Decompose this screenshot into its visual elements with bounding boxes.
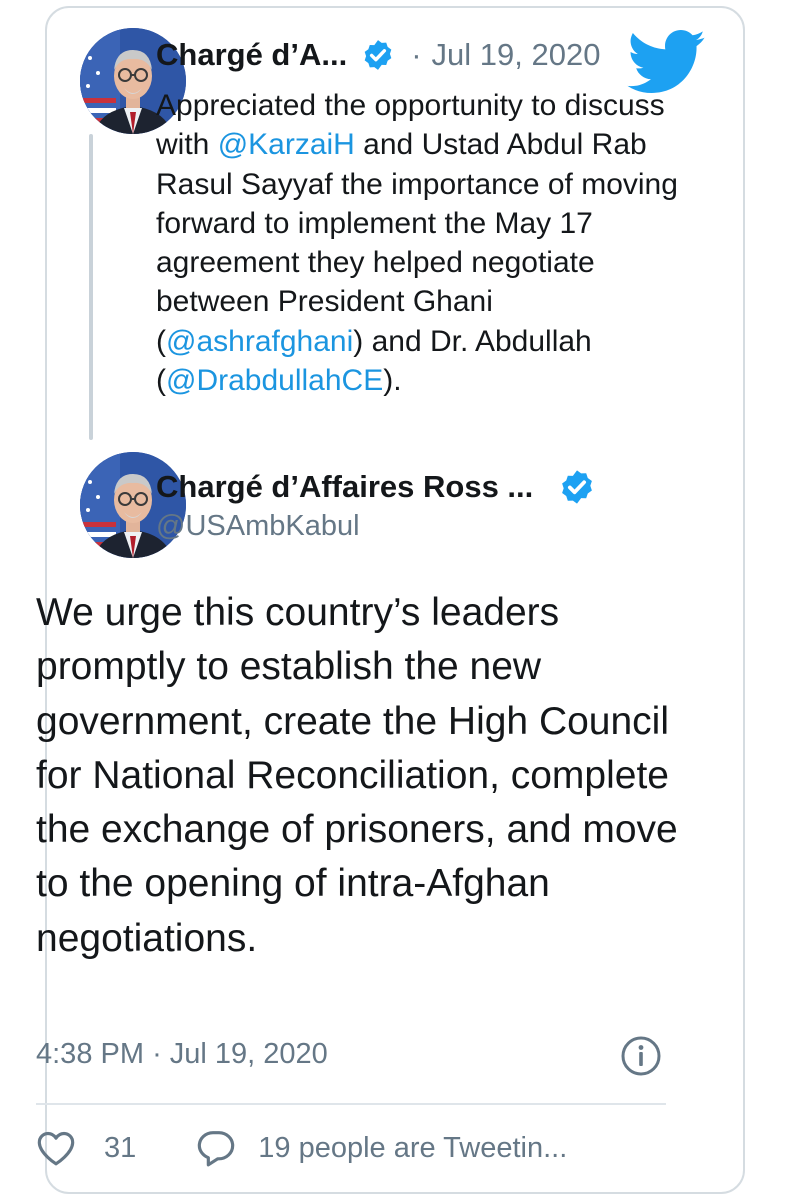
verified-badge-icon xyxy=(558,468,596,511)
conversation-label: 19 people are Tweetin... xyxy=(258,1131,568,1164)
thread-connector-line xyxy=(89,134,93,440)
mention-link[interactable]: @ashrafghani xyxy=(166,325,353,358)
divider xyxy=(36,1103,666,1105)
tweet-actions: 31 19 people are Tweetin... xyxy=(36,1125,567,1171)
tweet-timestamp[interactable]: 4:38 PM · Jul 19, 2020 xyxy=(36,1038,328,1071)
parent-tweet-header: Chargé d’A... · Jul 19, 2020 xyxy=(156,32,600,78)
tweet-text-segment: ). xyxy=(383,364,402,398)
tweet-text-segment: and Ustad Abdul Rab Rasul Sayyaf the imp… xyxy=(156,128,678,358)
mention-link[interactable]: @DrabdullahCE xyxy=(166,364,383,397)
separator-dot: · xyxy=(152,1038,162,1070)
main-tweet-header: Chargé d’Affaires Ross ... xyxy=(156,466,533,508)
parent-tweet-text: Appreciated the opportunity to discuss w… xyxy=(156,86,696,400)
speech-bubble-icon xyxy=(196,1129,236,1167)
like-button[interactable]: 31 xyxy=(36,1129,136,1167)
like-count: 31 xyxy=(104,1131,137,1164)
verified-badge-icon xyxy=(361,38,395,72)
tweet-date[interactable]: Jul 19, 2020 xyxy=(432,37,601,73)
main-tweet-text: We urge this country’s leaders promptly … xyxy=(36,591,678,960)
tweet-date: Jul 19, 2020 xyxy=(169,1038,328,1070)
mention-link[interactable]: @KarzaiH xyxy=(218,128,355,161)
author-name[interactable]: Chargé d’Affaires Ross ... xyxy=(156,469,533,505)
info-icon[interactable] xyxy=(620,1035,662,1082)
author-handle[interactable]: @USAmbKabul xyxy=(156,510,360,543)
author-name[interactable]: Chargé d’A... xyxy=(156,37,347,73)
tweet-time: 4:38 PM xyxy=(36,1038,144,1070)
heart-icon xyxy=(36,1129,76,1167)
conversation-link[interactable]: 19 people are Tweetin... xyxy=(196,1129,567,1167)
separator-dot: · xyxy=(411,37,422,72)
